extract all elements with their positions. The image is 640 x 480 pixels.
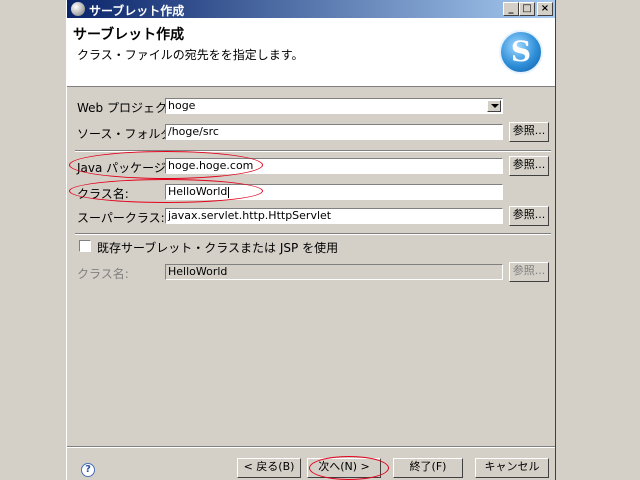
chevron-down-icon[interactable] <box>487 100 501 112</box>
use-existing-label[interactable]: 既存サーブレット・クラスまたは JSP を使用 <box>97 239 338 256</box>
back-button[interactable]: < 戻る(B) <box>237 458 301 478</box>
browse-superclass-button[interactable]: 参照... <box>509 206 549 226</box>
web-project-value: hoge <box>168 99 196 112</box>
cancel-button[interactable]: キャンセル <box>475 458 549 478</box>
existing-class-label: クラス名: <box>77 267 129 281</box>
wizard-header: サーブレット作成 クラス・ファイルの宛先をを指定します。 S <box>67 18 555 87</box>
web-project-combo[interactable]: hoge <box>165 98 503 114</box>
help-icon[interactable]: ? <box>81 463 95 477</box>
logo-letter: S <box>510 35 532 68</box>
page-title: サーブレット作成 <box>73 27 185 43</box>
browse-existing-class-button[interactable]: 参照... <box>509 262 549 282</box>
eclipse-icon <box>71 2 85 16</box>
use-existing-checkbox[interactable] <box>79 240 91 252</box>
finish-button[interactable]: 終了(F) <box>393 458 463 478</box>
class-name-input[interactable]: HelloWorld <box>165 184 503 200</box>
servlet-logo-icon: S <box>499 30 543 74</box>
java-package-input[interactable]: hoge.hoge.com <box>165 158 503 174</box>
text-cursor <box>228 186 230 198</box>
maximize-button[interactable]: □ <box>519 2 535 16</box>
separator <box>75 233 551 235</box>
footer-separator <box>67 446 555 448</box>
separator <box>75 150 551 152</box>
browse-source-folder-button[interactable]: 参照... <box>509 122 549 142</box>
window-title: サーブレット作成 <box>89 4 185 18</box>
page-description: クラス・ファイルの宛先をを指定します。 <box>77 48 304 62</box>
title-bar[interactable]: サーブレット作成 _ □ × <box>67 0 555 18</box>
create-servlet-dialog: サーブレット作成 _ □ × サーブレット作成 クラス・ファイルの宛先をを指定し… <box>66 0 556 480</box>
existing-class-input[interactable]: HelloWorld <box>165 264 503 280</box>
minimize-button[interactable]: _ <box>503 2 519 16</box>
close-button[interactable]: × <box>537 2 553 16</box>
java-package-label: Java パッケージ: <box>77 161 170 175</box>
superclass-input[interactable]: javax.servlet.http.HttpServlet <box>165 208 503 224</box>
browse-package-button[interactable]: 参照... <box>509 156 549 176</box>
desktop-left <box>0 0 66 480</box>
superclass-label: スーパークラス: <box>77 211 165 225</box>
source-folder-input[interactable]: /hoge/src <box>165 124 503 140</box>
desktop-right <box>556 0 640 480</box>
class-name-label: クラス名: <box>77 187 129 201</box>
next-button[interactable]: 次へ(N) > <box>307 458 381 478</box>
class-name-value: HelloWorld <box>168 185 228 198</box>
